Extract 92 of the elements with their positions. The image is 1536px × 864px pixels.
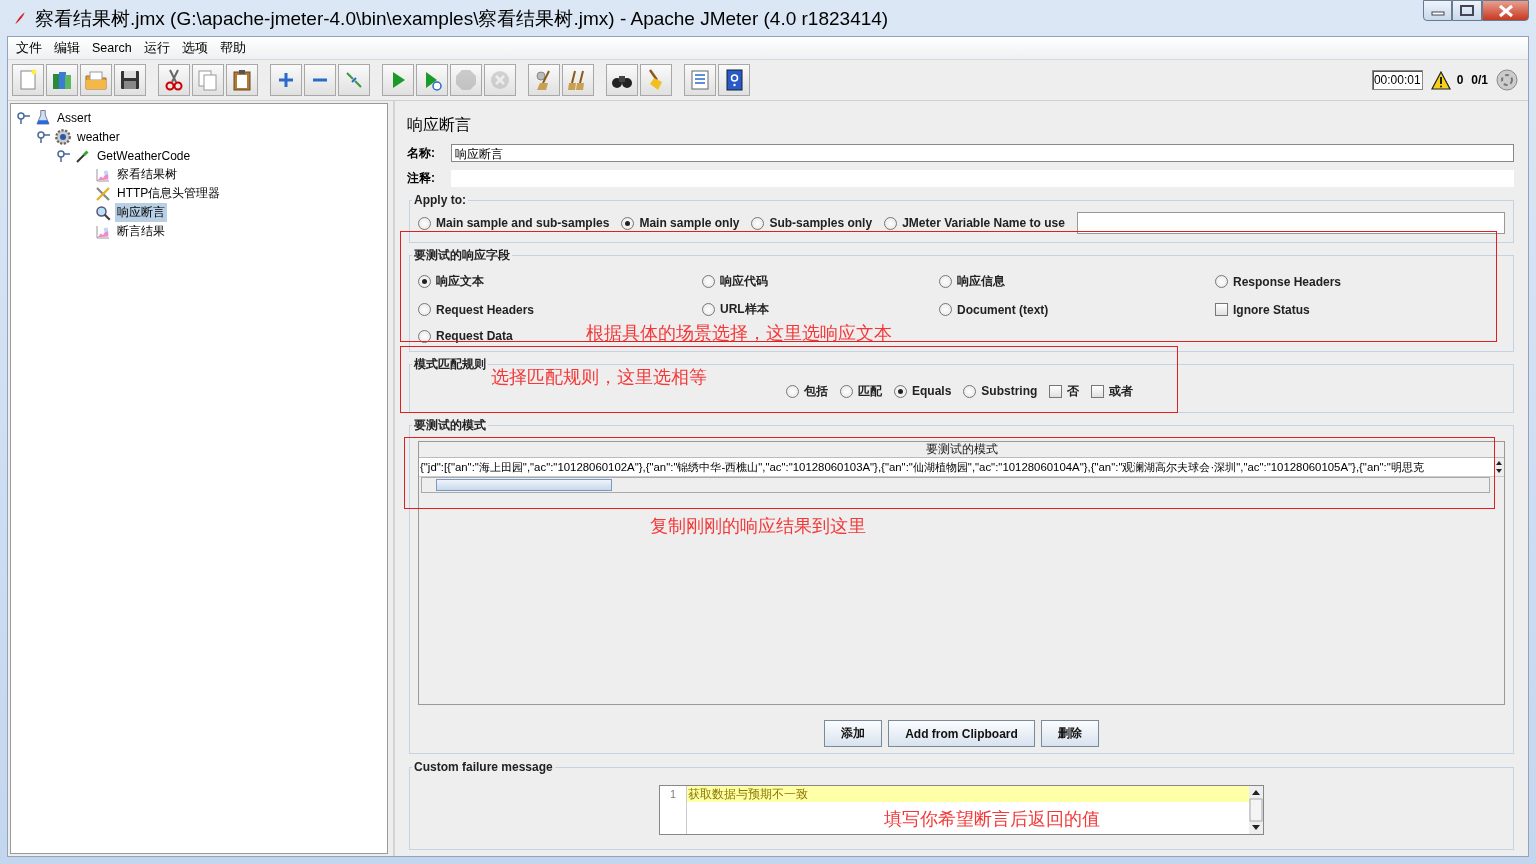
magnifier-icon xyxy=(94,203,112,222)
radio-button[interactable]: 响应代码 xyxy=(702,273,768,290)
feather-icon xyxy=(13,9,27,27)
close-button[interactable] xyxy=(1482,0,1529,21)
minus-icon xyxy=(313,78,327,82)
paste-button[interactable] xyxy=(226,64,258,96)
collapse-button[interactable] xyxy=(304,64,336,96)
tree-item[interactable]: Assert xyxy=(55,109,93,126)
flask-icon xyxy=(34,108,52,127)
radio-button[interactable]: 响应文本 xyxy=(418,273,484,290)
annotation-text: 根据具体的场景选择，这里选响应文本 xyxy=(586,322,892,345)
cancel-circle-icon xyxy=(488,68,512,92)
group-title: Custom failure message xyxy=(413,760,554,774)
checkbox[interactable]: 或者 xyxy=(1091,382,1134,400)
scrollbar[interactable] xyxy=(421,477,1490,493)
clear-button[interactable] xyxy=(528,64,560,96)
group-title: 要测试的模式 xyxy=(413,417,487,434)
menu-item[interactable]: 运行 xyxy=(137,37,176,59)
expanded-handle-icon[interactable] xyxy=(37,129,51,144)
panel-title: 响应断言 xyxy=(407,115,472,135)
radio-button[interactable]: Sub-samples only xyxy=(751,216,873,230)
action-button[interactable]: Add from Clipboard xyxy=(888,720,1035,747)
radio-button[interactable]: Request Data xyxy=(418,329,513,343)
radio-button[interactable]: Response Headers xyxy=(1215,273,1342,290)
tree-item[interactable]: HTTP信息头管理器 xyxy=(115,184,223,203)
annotation-text: 选择匹配规则，这里选相等 xyxy=(491,366,707,389)
clipboard-icon xyxy=(230,68,254,92)
tree-item[interactable]: weather xyxy=(75,128,122,145)
search-button[interactable] xyxy=(606,64,638,96)
cut-button[interactable] xyxy=(158,64,190,96)
annotation-text: 复制刚刚的响应结果到这里 xyxy=(650,515,866,538)
name-field[interactable]: 响应断言 xyxy=(451,144,1514,162)
radio-button[interactable]: URL样本 xyxy=(702,301,769,318)
templates-button[interactable] xyxy=(46,64,78,96)
radio-button[interactable]: 包括 xyxy=(786,382,828,400)
tree-item[interactable]: 断言结果 xyxy=(115,222,167,241)
expand-button[interactable] xyxy=(270,64,302,96)
tree-item[interactable]: 响应断言 xyxy=(115,203,167,222)
status-icon xyxy=(1496,69,1518,91)
copy-icon xyxy=(196,68,220,92)
group-title: 要测试的响应字段 xyxy=(413,247,511,264)
tree-item[interactable]: GetWeatherCode xyxy=(95,147,193,164)
gear-icon xyxy=(54,127,72,146)
expanded-handle-icon[interactable] xyxy=(57,148,71,163)
folder-icon xyxy=(84,68,108,92)
radio-button[interactable]: Main sample only xyxy=(621,216,740,230)
annotation-text: 填写你希望断言后返回的值 xyxy=(884,808,1100,831)
tools-icon xyxy=(94,184,112,203)
warning-count: 0 xyxy=(1456,73,1464,87)
menu-item[interactable]: Search xyxy=(86,39,138,57)
expanded-handle-icon[interactable] xyxy=(17,110,31,125)
menu-item[interactable]: 选项 xyxy=(175,37,214,59)
stop-sign-icon xyxy=(454,68,478,92)
maximize-icon xyxy=(1460,5,1474,16)
radio-button[interactable]: Document (text) xyxy=(939,301,1049,318)
radio-button[interactable]: 匹配 xyxy=(840,382,882,400)
clear-all-button[interactable] xyxy=(562,64,594,96)
help-button[interactable] xyxy=(718,64,750,96)
radio-button[interactable]: 响应信息 xyxy=(939,273,1005,290)
tree-item[interactable]: 察看结果树 xyxy=(115,165,179,184)
start-button[interactable] xyxy=(382,64,414,96)
group-title: Apply to: xyxy=(413,193,467,207)
menu-item[interactable]: 帮助 xyxy=(213,37,252,59)
thread-count: 0/1 xyxy=(1471,73,1488,87)
scrollbar[interactable] xyxy=(1249,786,1263,834)
window-title: 察看结果树.jmx (G:\apache-jmeter-4.0\bin\examples\察看结果树.jmx) - Apache JMeter (4.0 r1823414) xyxy=(35,7,889,31)
minimize-button[interactable] xyxy=(1423,0,1452,21)
radio-button[interactable]: Substring xyxy=(963,384,1038,398)
field-label: 注释: xyxy=(406,169,436,187)
scrollbar[interactable] xyxy=(1494,458,1504,476)
checkbox[interactable]: 否 xyxy=(1049,382,1080,400)
toggle-button[interactable] xyxy=(338,64,370,96)
start-no-timers-button[interactable] xyxy=(416,64,448,96)
radio-button[interactable]: Equals xyxy=(894,384,952,398)
warning-icon xyxy=(1430,70,1451,90)
close-icon xyxy=(1497,3,1514,18)
reset-search-button[interactable] xyxy=(640,64,672,96)
checkbox[interactable]: Ignore Status xyxy=(1215,301,1310,318)
group-title: 模式匹配规则 xyxy=(413,356,487,373)
variable-name-field[interactable] xyxy=(1076,212,1505,234)
field-label: 名称: xyxy=(406,144,436,162)
radio-button[interactable]: Main sample and sub-samples xyxy=(418,216,610,230)
menu-item[interactable]: 文件 xyxy=(10,37,48,59)
action-button[interactable]: 删除 xyxy=(1040,720,1099,747)
list-icon xyxy=(688,68,712,92)
elapsed-time: 00:00:01 xyxy=(1371,70,1423,90)
maximize-button[interactable] xyxy=(1452,0,1482,21)
menu-item[interactable]: 编辑 xyxy=(48,37,86,59)
radio-button[interactable]: JMeter Variable Name to use xyxy=(884,216,1065,230)
action-button[interactable]: 添加 xyxy=(824,720,883,747)
save-button[interactable] xyxy=(114,64,146,96)
radio-button[interactable]: Request Headers xyxy=(418,301,535,318)
